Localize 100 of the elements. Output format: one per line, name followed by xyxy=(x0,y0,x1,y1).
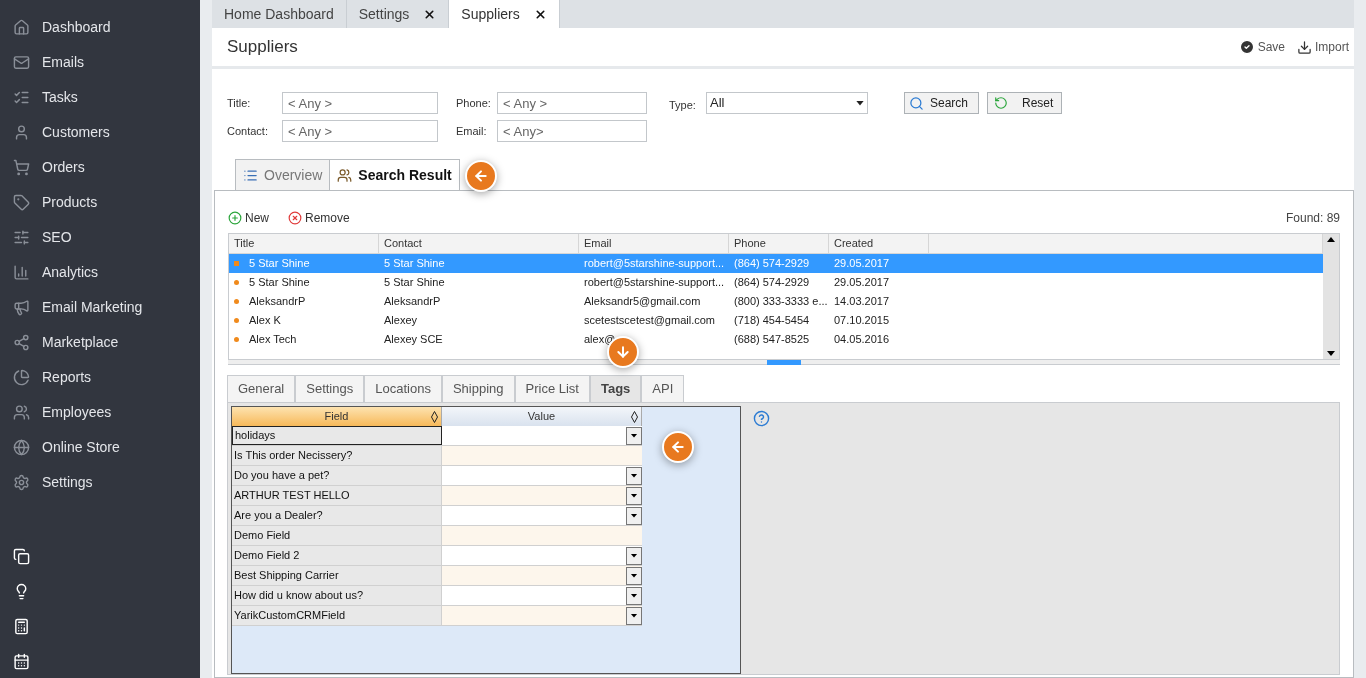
value-dropdown[interactable] xyxy=(442,486,642,505)
calculator-icon[interactable] xyxy=(13,618,31,635)
dropdown-icon xyxy=(626,466,642,485)
field-label: Type: xyxy=(669,98,697,113)
tab[interactable]: Settings xyxy=(295,375,365,402)
sidebar-item[interactable]: Settings xyxy=(0,465,200,500)
sidebar-item[interactable]: SEO xyxy=(0,220,200,255)
table-cell-text: (688) 547-8525 xyxy=(733,332,811,348)
table-cell-text: (800) 333-3333 e... xyxy=(733,294,829,310)
sidebar-item[interactable]: Dashboard xyxy=(0,10,200,45)
sidebar-item[interactable]: Customers xyxy=(0,115,200,150)
tab[interactable]: Tags xyxy=(589,375,642,402)
value-dropdown[interactable] xyxy=(442,546,642,565)
table-cell-text: 5 Star Shine xyxy=(383,256,446,272)
users-icon xyxy=(337,167,353,183)
table-cell-text: AleksandrP xyxy=(383,294,442,310)
table-cell-text: (864) 574-2929 xyxy=(733,256,811,272)
table-cell[interactable]: YarikCustomCRMField xyxy=(232,606,442,625)
sidebar-item[interactable]: Online Store xyxy=(0,430,200,465)
table-cell-text: 14.03.2017 xyxy=(833,294,891,310)
page-title: Suppliers xyxy=(227,36,298,59)
found-count: Found: 89 xyxy=(1285,210,1340,227)
table-cell: Alex Tech xyxy=(229,331,379,348)
column-header[interactable]: Field xyxy=(232,407,442,426)
sidebar-item[interactable]: Products xyxy=(0,185,200,220)
dropdown-icon xyxy=(856,100,864,106)
value-dropdown[interactable] xyxy=(442,466,642,485)
table-cell[interactable]: Are you a Dealer? xyxy=(232,506,442,525)
tab[interactable]: Suppliers xyxy=(449,0,560,28)
tab[interactable]: Search Result xyxy=(329,159,460,190)
scrollbar[interactable] xyxy=(1323,234,1339,359)
table-cell[interactable]: How did u know about us? xyxy=(232,586,442,605)
column-header[interactable]: Title xyxy=(229,234,379,253)
sidebar-item[interactable]: Employees xyxy=(0,395,200,430)
windows-icon[interactable] xyxy=(13,548,31,565)
filter-field[interactable]: < Any > xyxy=(282,92,438,114)
sort-icon[interactable] xyxy=(631,410,638,423)
column-header[interactable]: Phone xyxy=(729,234,829,253)
value-field[interactable] xyxy=(442,526,642,545)
reset-button[interactable]: Reset xyxy=(987,92,1062,114)
tag-icon xyxy=(13,194,30,211)
search-button[interactable]: Search xyxy=(904,92,979,114)
filter-field[interactable]: < Any> xyxy=(497,120,647,142)
table-cell[interactable]: Best Shipping Carrier xyxy=(232,566,442,585)
column-header[interactable]: Created xyxy=(829,234,929,253)
tab[interactable]: API xyxy=(641,375,685,402)
splitter-handle[interactable] xyxy=(767,360,801,365)
cart-icon xyxy=(13,159,30,176)
sidebar-item[interactable]: Orders xyxy=(0,150,200,185)
help-icon[interactable] xyxy=(753,410,770,427)
mail-icon xyxy=(13,54,30,71)
table-cell[interactable]: holidays xyxy=(232,426,442,445)
sidebar-item[interactable]: Emails xyxy=(0,45,200,80)
home-icon xyxy=(13,19,30,36)
import-button[interactable]: Import xyxy=(1297,38,1349,56)
column-header[interactable]: Value xyxy=(442,407,642,426)
tab[interactable]: Overview xyxy=(235,159,331,190)
table-cell-text: (864) 574-2929 xyxy=(733,275,811,291)
sidebar-item[interactable]: Reports xyxy=(0,360,200,395)
tab[interactable]: General xyxy=(227,375,296,402)
globe-icon xyxy=(13,439,30,456)
tab[interactable]: Shipping xyxy=(441,375,515,402)
table-cell[interactable]: Demo Field 2 xyxy=(232,546,442,565)
share-icon xyxy=(13,334,30,351)
table-cell-text: Aleksandr5@gmail.com xyxy=(583,294,702,310)
close-icon[interactable] xyxy=(533,7,547,21)
value-dropdown[interactable] xyxy=(442,606,642,625)
dropdown-icon xyxy=(626,546,642,565)
pie-chart-icon xyxy=(13,369,30,386)
settings-icon xyxy=(13,474,30,491)
table-cell[interactable]: ARTHUR TEST HELLO xyxy=(232,486,442,505)
sidebar-item[interactable]: Tasks xyxy=(0,80,200,115)
tab[interactable]: Locations xyxy=(364,375,442,402)
table-cell-text: robert@5starshine-support... xyxy=(583,275,726,291)
value-dropdown[interactable] xyxy=(442,586,642,605)
table-cell: AleksandrP xyxy=(229,293,379,310)
sidebar-item[interactable]: Analytics xyxy=(0,255,200,290)
remove-button[interactable]: Remove xyxy=(288,209,350,227)
sort-icon[interactable] xyxy=(431,410,438,423)
checklist-icon xyxy=(13,89,30,106)
sidebar-item[interactable]: Marketplace xyxy=(0,325,200,360)
user-icon xyxy=(13,124,30,141)
table-cell[interactable]: Is This order Necissery? xyxy=(232,446,442,465)
tab[interactable]: Price List xyxy=(514,375,590,402)
column-header[interactable]: Contact xyxy=(379,234,579,253)
search-icon xyxy=(909,95,924,111)
value-field[interactable] xyxy=(442,446,642,465)
value-dropdown[interactable] xyxy=(442,566,642,585)
column-header[interactable]: Email xyxy=(579,234,729,253)
type-select[interactable]: All xyxy=(706,92,868,114)
save-button[interactable]: Save xyxy=(1238,38,1285,56)
value-dropdown[interactable] xyxy=(442,506,642,525)
table-cell[interactable]: Demo Field xyxy=(232,526,442,545)
table-cell[interactable]: Do you have a pet? xyxy=(232,466,442,485)
sidebar-item[interactable]: Email Marketing xyxy=(0,290,200,325)
new-button[interactable]: New xyxy=(228,209,269,227)
filter-field[interactable]: < Any > xyxy=(282,120,438,142)
calendar-icon[interactable] xyxy=(13,653,31,670)
list-icon xyxy=(243,167,258,183)
filter-field[interactable]: < Any > xyxy=(497,92,647,114)
